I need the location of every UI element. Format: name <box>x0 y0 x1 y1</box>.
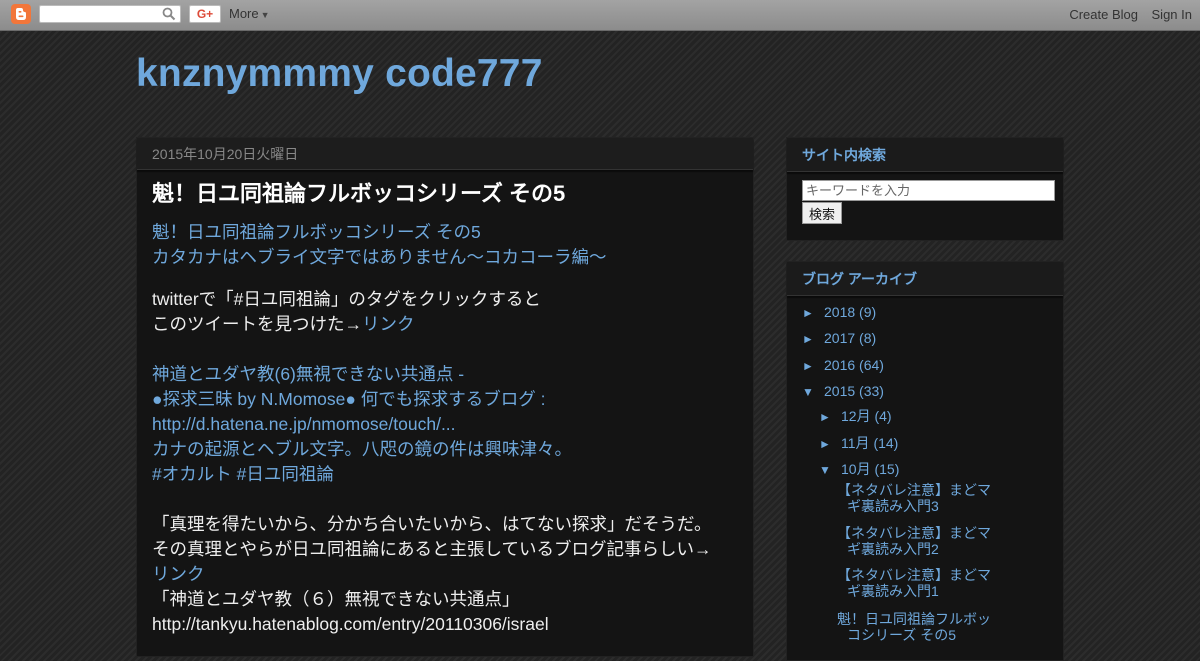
blog-line1: 「真理を得たいから、分かち合いたいから、はてない探求」だそうだ。 <box>152 514 712 534</box>
blog-title[interactable]: knznymmmy code777 <box>136 52 543 96</box>
blogger-logo-icon[interactable] <box>11 4 31 24</box>
tweet-link[interactable]: リンク <box>362 314 415 334</box>
post-title[interactable]: 魁！日ユ同祖論フルボッコシリーズ その5 <box>152 180 738 208</box>
quote-line4[interactable]: カナの起源とヘブル文字。八咫の鏡の件は興味津々。 <box>152 439 572 459</box>
more-label: More <box>229 6 259 21</box>
post-count: (9) <box>859 304 877 320</box>
quote-line2[interactable]: ●探求三昧 by N.Momose● 何でも探求するブログ : <box>152 389 546 409</box>
post-count: (14) <box>873 435 899 451</box>
site-search-widget: サイト内検索 検索 <box>786 137 1064 241</box>
collapse-toggle-icon[interactable]: ▼ <box>819 463 841 477</box>
archive-year-2015: ▼ 2015 (33) <box>802 383 884 399</box>
expand-toggle-icon[interactable]: ► <box>802 306 824 320</box>
blog-line2: その真理とやらが日ユ同祖論にあると主張しているブログ記事らしい→ <box>152 539 712 559</box>
archive-month-11: ► 11月 (14) <box>819 433 898 453</box>
archive-year-link[interactable]: 2017 <box>824 330 855 346</box>
archive-month-link[interactable]: 11月 <box>841 435 870 451</box>
post: 魁！日ユ同祖論フルボッコシリーズ その5 魁！日ユ同祖論フルボッコシリーズ その… <box>137 180 753 637</box>
post-count: (33) <box>859 383 884 399</box>
post-count: (15) <box>874 461 900 477</box>
caret-down-icon: ▼ <box>260 10 270 20</box>
post-count: (64) <box>859 357 884 373</box>
twitter-line1: twitterで「#日ユ同祖論」のタグをクリックすると <box>152 289 541 309</box>
blogger-b-icon <box>16 8 26 20</box>
google-plus-button[interactable]: G+ <box>189 5 221 23</box>
archive-year-2016: ► 2016 (64) <box>802 357 884 373</box>
quote-hashtags[interactable]: #オカルト #日ユ同祖論 <box>152 464 334 484</box>
post-link-line1: 【ネタバレ注意】まどマ <box>837 482 991 498</box>
archive-month-10: ▼ 10月 (15) <box>819 459 899 479</box>
post-link-line2: ギ裏読み入門3 <box>847 498 939 514</box>
archive-year-2018: ► 2018 (9) <box>802 304 876 320</box>
archive-year-link[interactable]: 2015 <box>824 383 855 399</box>
post-paragraph-twitter: twitterで「#日ユ同祖論」のタグをクリックすると このツイートを見つけた→… <box>152 287 738 337</box>
archive-year-2017: ► 2017 (8) <box>802 330 876 346</box>
search-widget-title: サイト内検索 <box>787 138 1063 172</box>
intro-link-line2[interactable]: カタカナはヘブライ文字ではありません〜コカコーラ編〜 <box>152 247 606 267</box>
post-link-line1: 魁！日ユ同祖論フルボッ <box>837 611 991 627</box>
expand-toggle-icon[interactable]: ► <box>819 437 841 451</box>
blog-line4: 「神道とユダヤ教（６）無視できない共通点」 <box>152 589 520 609</box>
intro-link-line1[interactable]: 魁！日ユ同祖論フルボッコシリーズ その5 <box>152 222 481 242</box>
archive-month-link[interactable]: 12月 <box>841 408 871 424</box>
post-count: (8) <box>859 330 877 346</box>
site-search-input[interactable] <box>802 180 1055 201</box>
quote-line3[interactable]: http://d.hatena.ne.jp/nmomose/touch/... <box>152 414 456 434</box>
expand-toggle-icon[interactable]: ► <box>819 410 841 424</box>
expand-toggle-icon[interactable]: ► <box>802 332 824 346</box>
archive-month-12: ► 12月 (4) <box>819 406 892 426</box>
blogger-navbar: G+ More ▼ Create Blog Sign In <box>0 0 1200 31</box>
archive-post-link[interactable]: 【ネタバレ注意】まどマ ギ裏読み入門2 <box>837 525 997 557</box>
blog-archive-widget: ブログ アーカイブ ► 2018 (9) ► 2017 (8) ► 2016 (64)… <box>786 261 1064 661</box>
archive-post-link[interactable]: 【ネタバレ注意】まどマ ギ裏読み入門1 <box>837 567 997 599</box>
post-link-line2: ギ裏読み入門2 <box>847 541 939 557</box>
expand-toggle-icon[interactable]: ► <box>802 359 824 373</box>
blog-link[interactable]: リンク <box>152 564 205 584</box>
post-body: 魁！日ユ同祖論フルボッコシリーズ その5 カタカナはヘブライ文字ではありません〜… <box>152 220 738 637</box>
archive-year-link[interactable]: 2016 <box>824 357 855 373</box>
post-paragraph-blog: 「真理を得たいから、分かち合いたいから、はてない探求」だそうだ。 その真理とやら… <box>152 512 738 637</box>
archive-year-link[interactable]: 2018 <box>824 304 855 320</box>
archive-widget-title: ブログ アーカイブ <box>787 262 1063 296</box>
blog-line5: http://tankyu.hatenablog.com/entry/20110… <box>152 614 549 634</box>
post-link-line2: コシリーズ その5 <box>847 627 956 643</box>
post-date: 2015年10月20日火曜日 <box>137 138 753 170</box>
site-search-button[interactable]: 検索 <box>802 202 843 224</box>
navbar-search-input[interactable] <box>39 5 181 23</box>
embedded-tweet-quote: 神道とユダヤ教(6)無視できない共通点 - ●探求三昧 by N.Momose●… <box>152 362 738 487</box>
quote-line1[interactable]: 神道とユダヤ教(6)無視できない共通点 - <box>152 364 464 384</box>
archive-month-link[interactable]: 10月 <box>841 461 871 477</box>
post-link-line1: 【ネタバレ注意】まどマ <box>837 567 991 583</box>
post-link-line1: 【ネタバレ注意】まどマ <box>837 525 991 541</box>
post-count: (4) <box>874 408 892 424</box>
sign-in-link[interactable]: Sign In <box>1152 7 1192 22</box>
search-icon[interactable] <box>162 7 176 21</box>
post-intro: 魁！日ユ同祖論フルボッコシリーズ その5 カタカナはヘブライ文字ではありません〜… <box>152 220 738 270</box>
twitter-line2: このツイートを見つけた→ <box>152 314 362 334</box>
create-blog-link[interactable]: Create Blog <box>1069 7 1138 22</box>
post-link-line2: ギ裏読み入門1 <box>847 583 939 599</box>
main-column: 2015年10月20日火曜日 魁！日ユ同祖論フルボッコシリーズ その5 魁！日ユ… <box>136 137 754 657</box>
more-menu[interactable]: More ▼ <box>229 6 270 21</box>
archive-post-link[interactable]: 【ネタバレ注意】まどマ ギ裏読み入門3 <box>837 482 997 514</box>
archive-post-link[interactable]: 魁！日ユ同祖論フルボッ コシリーズ その5 <box>837 611 997 643</box>
collapse-toggle-icon[interactable]: ▼ <box>802 385 824 399</box>
